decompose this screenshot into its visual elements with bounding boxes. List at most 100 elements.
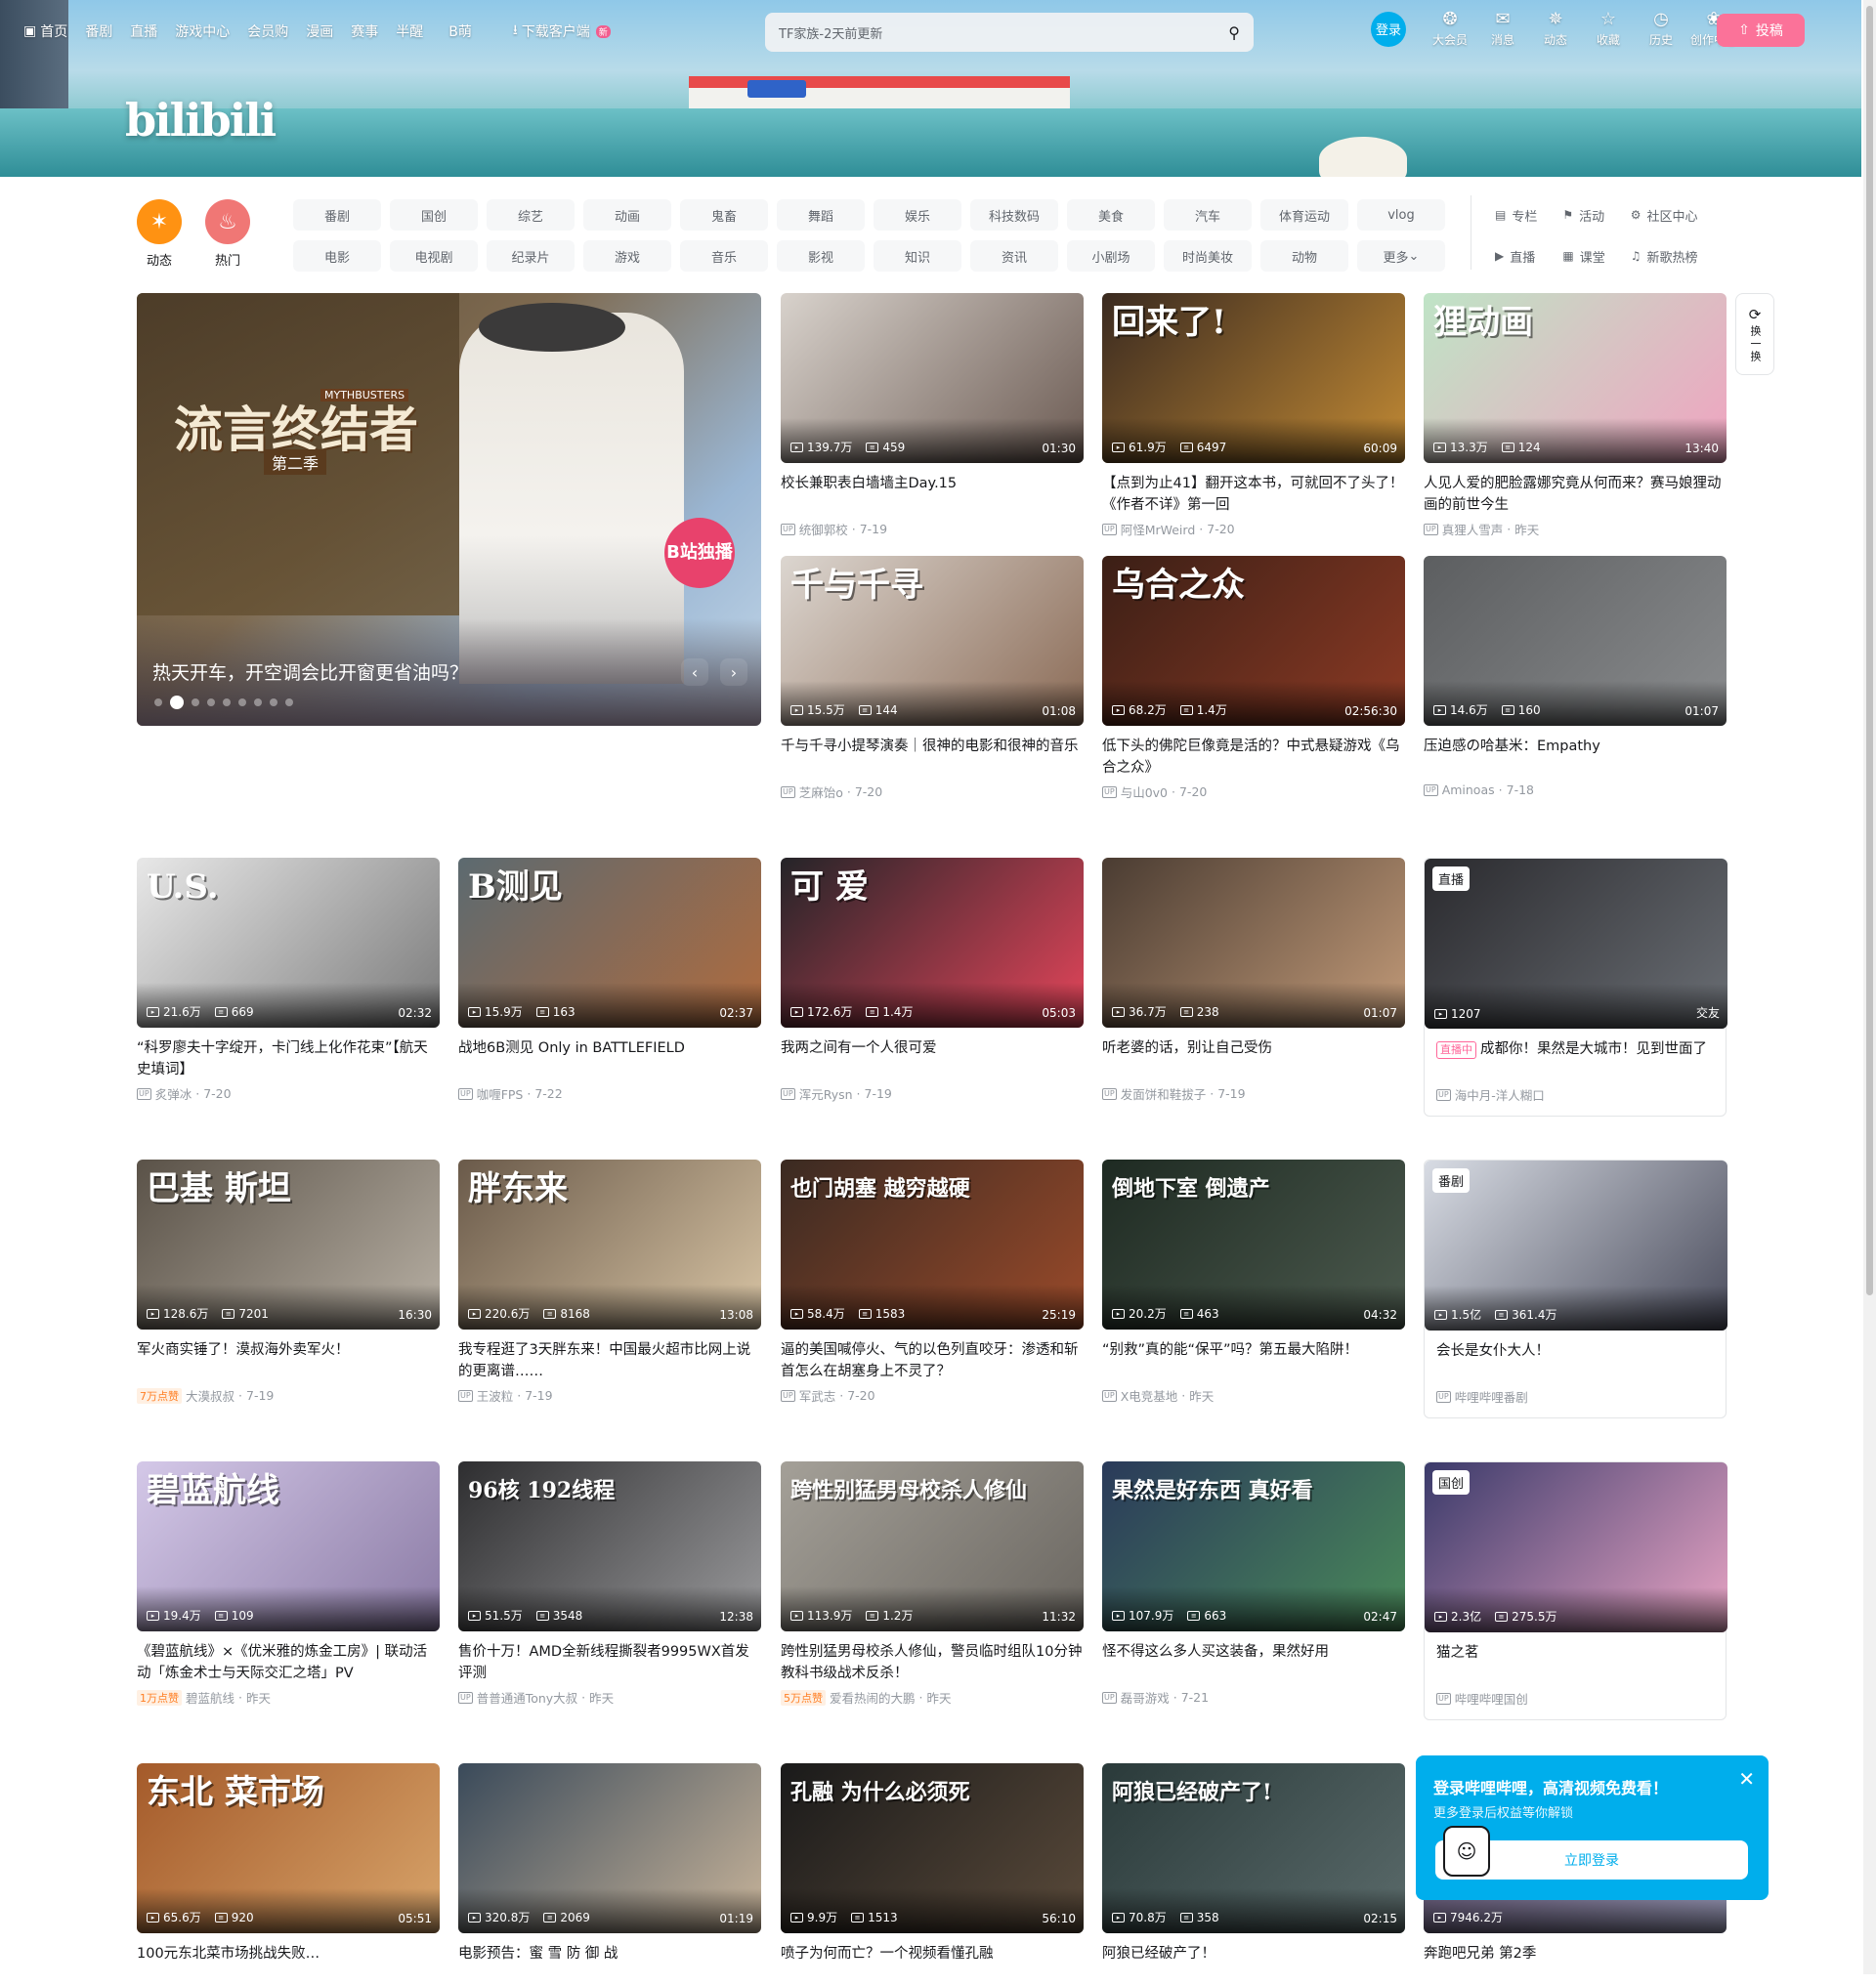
carousel-dot[interactable]: [270, 698, 277, 706]
channel-pill[interactable]: 知识: [874, 240, 961, 272]
video-thumbnail[interactable]: B测见 ▸ 15.9万 ≡ 163 02:37: [458, 858, 761, 1028]
nav-link-2[interactable]: 直播: [130, 21, 157, 41]
video-card[interactable]: B测见 ▸ 15.9万 ≡ 163 02:37 战地6B测见 Only in BATTLEF…: [458, 858, 761, 1103]
video-card[interactable]: 直播 ▸ 1207 交友 直播中 成都你！果然是大城市！见到世面了 UP 海中月-洋人糊口: [1424, 858, 1727, 1117]
video-title[interactable]: 100元东北菜市场挑战失败…: [137, 1943, 440, 1986]
video-meta[interactable]: UP 王波粒 · 7-19: [458, 1386, 761, 1405]
video-thumbnail[interactable]: 直播 ▸ 1207 交友: [1425, 859, 1727, 1029]
nav-history-button[interactable]: ◷ 历史: [1635, 10, 1687, 48]
nav-link-9[interactable]: ⭳ 下载客户端新: [513, 20, 611, 43]
nav-link-1[interactable]: 番剧: [85, 21, 112, 41]
video-meta[interactable]: UP X电竞基地 · 昨天: [1102, 1386, 1405, 1405]
video-title[interactable]: 喷子为何而亡？一个视频看懂孔融: [781, 1943, 1084, 1986]
video-card[interactable]: 碧蓝航线 ▸ 19.4万 ≡ 109 《碧蓝航线》×《优米雅的炼金工房》| 联动活动「炼金…: [137, 1461, 440, 1707]
video-title[interactable]: 低下头的佛陀巨像竟是活的？中式悬疑游戏《乌合之众》: [1102, 736, 1405, 779]
channel-pill[interactable]: 纪录片: [487, 240, 575, 272]
video-thumbnail[interactable]: ▸ 320.8万 ≡ 2069 01:19: [458, 1763, 761, 1933]
video-meta[interactable]: UP 发面饼和鞋拔子 · 7-19: [1102, 1084, 1405, 1103]
video-meta[interactable]: UP 咖喱FPS · 7-22: [458, 1084, 761, 1103]
video-title[interactable]: “科罗廖夫十字绽开，卡门线上化作花束”【航天史填词】: [137, 1037, 440, 1080]
video-meta[interactable]: UP 军武志 · 7-20: [781, 1386, 1084, 1405]
video-card[interactable]: 巴基 斯坦 ▸ 128.6万 ≡ 7201 16:30 军火商实锤了！漠叔海外卖军火！ 7万点…: [137, 1160, 440, 1405]
channel-pill[interactable]: 鬼畜: [680, 199, 768, 231]
video-card[interactable]: 果然是好东西 真好看 ▸ 107.9万 ≡ 663 02:47 怪不得这么多人买这装备，果然…: [1102, 1461, 1405, 1707]
carousel-dot[interactable]: [170, 696, 184, 709]
video-card[interactable]: 胖东来 ▸ 220.6万 ≡ 8168 13:08 我专程逛了3天胖东来！中国最火超市比网上…: [458, 1160, 761, 1405]
channel-pill[interactable]: 舞蹈: [777, 199, 865, 231]
video-thumbnail[interactable]: 胖东来 ▸ 220.6万 ≡ 8168 13:08: [458, 1160, 761, 1330]
video-card[interactable]: 国创 ▸ 2.3亿 ≡ 275.5万 猫之茗 UP 哔哩哔哩国创: [1424, 1461, 1727, 1720]
side-link-activity[interactable]: ⚑ 活动: [1562, 199, 1604, 231]
video-thumbnail[interactable]: 回来了! ▸ 61.9万 ≡ 6497 60:09: [1102, 293, 1405, 463]
video-title[interactable]: 听老婆的话，别让自己受伤: [1102, 1037, 1405, 1080]
carousel-prev-button[interactable]: ‹: [681, 658, 708, 686]
side-link-music[interactable]: ♫ 新歌热榜: [1631, 240, 1698, 272]
channel-pill[interactable]: 小剧场: [1067, 240, 1155, 272]
video-card[interactable]: 孔融 为什么必须死 ▸ 9.9万 ≡ 1513 56:10 喷子为何而亡？一个视频看懂孔融: [781, 1763, 1084, 1986]
video-card[interactable]: 可 爱 ▸ 172.6万 ≡ 1.4万 05:03 我两之间有一个人很可爱 UP 浑元Rysn ·…: [781, 858, 1084, 1103]
video-title[interactable]: 电影预告：蜜 雪 防 御 战: [458, 1943, 761, 1986]
channel-pill[interactable]: 娱乐: [874, 199, 961, 231]
video-thumbnail[interactable]: ▸ 14.6万 ≡ 160 01:07: [1424, 556, 1727, 726]
channel-pill[interactable]: 综艺: [487, 199, 575, 231]
video-meta[interactable]: UP 哔哩哔哩番剧: [1425, 1387, 1726, 1406]
side-link-column[interactable]: ▤ 专栏: [1495, 199, 1537, 231]
nav-link-5[interactable]: 漫画: [306, 21, 333, 41]
video-card[interactable]: 乌合之众 ▸ 68.2万 ≡ 1.4万 02:56:30 低下头的佛陀巨像竟是活的？中式悬疑…: [1102, 556, 1405, 801]
video-title[interactable]: 【点到为止41】翻开这本书，可就回不了头了！《作者不详》第一回: [1102, 473, 1405, 516]
video-card[interactable]: 番剧 ▸ 1.5亿 ≡ 361.4万 会长是女仆大人！ UP 哔哩哔哩番剧: [1424, 1160, 1727, 1418]
video-card[interactable]: ▸ 14.6万 ≡ 160 01:07 压迫感の哈基米：Empathy UP Aminoas ·…: [1424, 556, 1727, 797]
video-card[interactable]: 倒地下室 倒遗产 ▸ 20.2万 ≡ 463 04:32 “别救”真的能“保平”吗？第五最大…: [1102, 1160, 1405, 1405]
video-title[interactable]: 售价十万！AMD全新线程撕裂者9995WX首发评测: [458, 1641, 761, 1684]
video-title[interactable]: 《碧蓝航线》×《优米雅的炼金工房》| 联动活动「炼金术士与天际交汇之塔」PV: [137, 1641, 440, 1684]
channel-pill[interactable]: 游戏: [583, 240, 671, 272]
video-title[interactable]: 会长是女仆大人！: [1425, 1340, 1726, 1383]
video-meta[interactable]: UP 真狸人雪声 · 昨天: [1424, 520, 1727, 538]
bilibili-logo[interactable]: bilibili: [125, 94, 277, 147]
carousel-dot[interactable]: [223, 698, 231, 706]
video-meta[interactable]: UP 阿怪MrWeird · 7-20: [1102, 520, 1405, 538]
video-thumbnail[interactable]: 可 爱 ▸ 172.6万 ≡ 1.4万 05:03: [781, 858, 1084, 1028]
upload-button[interactable]: ⇧ 投稿: [1717, 14, 1805, 47]
video-meta[interactable]: 1万点赞 碧蓝航线 · 昨天: [137, 1688, 440, 1707]
video-card[interactable]: 回来了! ▸ 61.9万 ≡ 6497 60:09 【点到为止41】翻开这本书，可就回不了头…: [1102, 293, 1405, 538]
nav-vip-button[interactable]: ❂ 大会员: [1424, 10, 1476, 48]
video-meta[interactable]: UP 海中月-洋人糊口: [1425, 1085, 1726, 1104]
channel-pill[interactable]: 美食: [1067, 199, 1155, 231]
page-scrollbar[interactable]: [1863, 0, 1876, 1974]
nav-link-4[interactable]: 会员购: [247, 21, 288, 41]
video-thumbnail[interactable]: 千与千寻 ▸ 15.5万 ≡ 144 01:08: [781, 556, 1084, 726]
video-card[interactable]: ▸ 320.8万 ≡ 2069 01:19 电影预告：蜜 雪 防 御 战: [458, 1763, 761, 1986]
video-thumbnail[interactable]: ▸ 139.7万 ≡ 459 01:30: [781, 293, 1084, 463]
video-title[interactable]: 我专程逛了3天胖东来！中国最火超市比网上说的更离谱……: [458, 1339, 761, 1382]
channel-pill[interactable]: 电视剧: [390, 240, 478, 272]
search-bar[interactable]: TF家族-2天前更新 ⚲: [765, 13, 1254, 52]
video-title[interactable]: 怪不得这么多人买这装备，果然好用: [1102, 1641, 1405, 1684]
carousel-dot[interactable]: [207, 698, 215, 706]
nav-dynamic-button[interactable]: ✵ 动态: [1529, 10, 1582, 48]
channel-pill[interactable]: 汽车: [1164, 199, 1252, 231]
video-meta[interactable]: UP 统御郭校 · 7-19: [781, 520, 1084, 538]
video-card[interactable]: 狸动画 ▸ 13.3万 ≡ 124 13:40 人见人爱的肥脸露娜究竟从何而来？赛马娘狸动画…: [1424, 293, 1727, 538]
video-thumbnail[interactable]: 国创 ▸ 2.3亿 ≡ 275.5万: [1425, 1462, 1727, 1632]
video-meta[interactable]: UP 浑元Rysn · 7-19: [781, 1084, 1084, 1103]
channel-pill[interactable]: 资讯: [970, 240, 1058, 272]
video-thumbnail[interactable]: 狸动画 ▸ 13.3万 ≡ 124 13:40: [1424, 293, 1727, 463]
side-link-live[interactable]: ▶ 直播: [1495, 240, 1537, 272]
search-input[interactable]: TF家族-2天前更新: [779, 23, 1228, 42]
nav-link-7[interactable]: 半醒: [396, 21, 423, 41]
channel-pill[interactable]: 科技数码: [970, 199, 1058, 231]
video-card[interactable]: U.S. ▸ 21.6万 ≡ 669 02:32 “科罗廖夫十字绽开，卡门线上化作花束”【航…: [137, 858, 440, 1103]
video-meta[interactable]: UP 炙弹冰 · 7-20: [137, 1084, 440, 1103]
video-thumbnail[interactable]: 也门胡塞 越穷越硬 ▸ 58.4万 ≡ 1583 25:19: [781, 1160, 1084, 1330]
carousel-dot[interactable]: [154, 698, 162, 706]
video-card[interactable]: ▸ 36.7万 ≡ 238 01:07 听老婆的话，别让自己受伤 UP 发面饼和鞋拔子 · 7-1…: [1102, 858, 1405, 1103]
video-title[interactable]: 逼的美国喊停火、气的以色列直咬牙：渗透和斩首怎么在胡塞身上不灵了？: [781, 1339, 1084, 1382]
channel-pill[interactable]: 影视: [777, 240, 865, 272]
video-card[interactable]: 阿狼已经破产了! ▸ 70.8万 ≡ 358 02:15 阿狼已经破产了！: [1102, 1763, 1405, 1986]
featured-carousel[interactable]: 流言终结者 第二季 MYTHBUSTERS B站独播 热天开车，开空调会比开窗更…: [137, 293, 761, 726]
video-thumbnail[interactable]: 巴基 斯坦 ▸ 128.6万 ≡ 7201 16:30: [137, 1160, 440, 1330]
video-title[interactable]: 猫之茗: [1425, 1642, 1726, 1685]
video-meta[interactable]: UP 磊哥游戏 · 7-21: [1102, 1688, 1405, 1707]
video-card[interactable]: ▸ 139.7万 ≡ 459 01:30 校长兼职表白墙墙主Day.15 UP 统御郭校 · 7-…: [781, 293, 1084, 538]
